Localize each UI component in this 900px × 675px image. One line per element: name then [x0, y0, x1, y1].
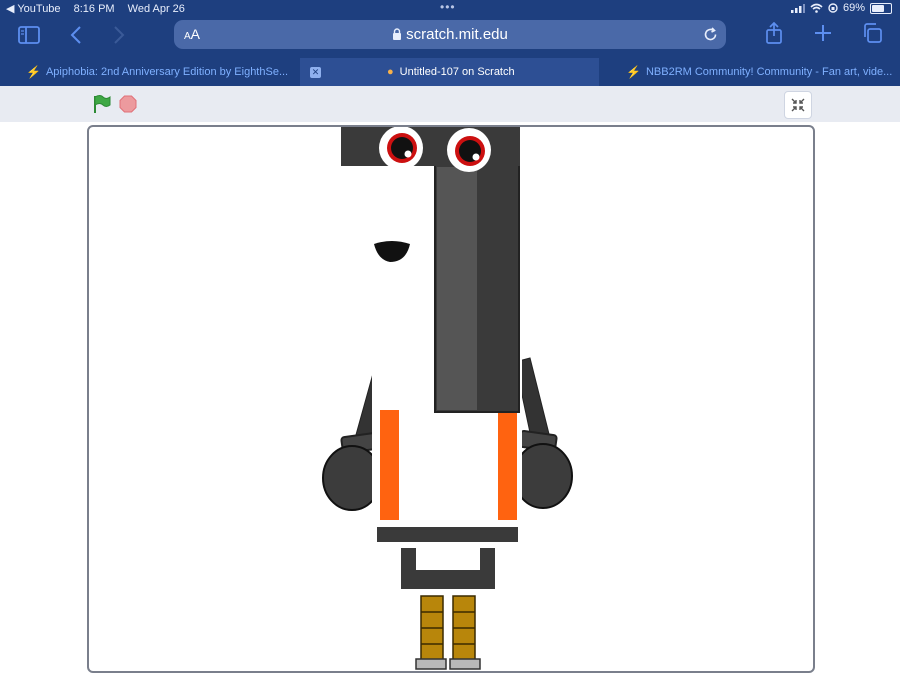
back-to-app-link[interactable]: ◀ YouTube [6, 3, 61, 15]
orientation-lock-icon [828, 3, 838, 13]
belt [377, 527, 518, 542]
share-icon [766, 22, 782, 44]
lock-icon [393, 28, 402, 40]
tabs-overview-icon [864, 23, 882, 43]
close-tab-icon[interactable]: ✕ [310, 66, 321, 78]
exit-fullscreen-icon [791, 98, 805, 112]
address-bar[interactable]: AA scratch.mit.edu [174, 20, 726, 49]
head-top-bar [341, 127, 520, 166]
forward-button[interactable] [107, 24, 131, 46]
stop-icon[interactable] [119, 95, 137, 113]
shorts [401, 548, 495, 589]
orange-stripe-left [380, 410, 399, 520]
tab-bar: ⚡ Apiphobia: 2nd Anniversary Edition by … [0, 58, 900, 86]
lightning-favicon-icon: ⚡ [626, 65, 641, 79]
left-eye [379, 127, 423, 170]
chevron-left-icon [70, 26, 81, 44]
multitasking-dots-icon[interactable]: ••• [440, 0, 456, 14]
scratch-player-controls [0, 86, 900, 122]
scratch-favicon-icon: ● [387, 66, 394, 78]
character-sprite [322, 127, 573, 670]
tabs-overview-button[interactable] [860, 22, 884, 44]
status-date: Wed Apr 26 [127, 3, 185, 15]
new-tab-button[interactable] [811, 22, 835, 44]
url-text: scratch.mit.edu [406, 26, 508, 43]
scratch-stage[interactable] [87, 125, 815, 673]
wifi-icon [810, 3, 823, 13]
signal-icon [790, 4, 805, 13]
share-button[interactable] [762, 22, 786, 44]
sidebar-icon[interactable] [17, 24, 41, 46]
tab-apiphobia[interactable]: ⚡ Apiphobia: 2nd Anniversary Edition by … [0, 58, 299, 86]
tab-title: Untitled-107 on Scratch [399, 66, 515, 78]
battery-percent: 69% [842, 2, 865, 14]
green-flag-icon[interactable] [92, 94, 112, 114]
reload-icon[interactable] [703, 27, 718, 42]
tab-nbb2rm-community[interactable]: ⚡ NBB2RM Community! Community - Fan art,… [600, 58, 900, 86]
tab-title: Apiphobia: 2nd Anniversary Edition by Ei… [45, 66, 289, 78]
exit-fullscreen-button[interactable] [784, 91, 812, 119]
tab-untitled-107[interactable]: ✕ ● Untitled-107 on Scratch [300, 58, 599, 86]
right-eye [447, 128, 491, 172]
lightning-favicon-icon: ⚡ [26, 65, 41, 79]
status-bar: ◀ YouTube 8:16 PM Wed Apr 26 ••• 69% [0, 0, 900, 16]
tab-title: NBB2RM Community! Community - Fan art, v… [645, 66, 893, 78]
orange-stripe-right [498, 410, 517, 520]
browser-toolbar: ◀ YouTube 8:16 PM Wed Apr 26 ••• 69% AA … [0, 0, 900, 58]
chevron-right-icon [114, 26, 125, 44]
battery-icon [870, 2, 892, 14]
legs [415, 595, 481, 670]
right-arm [513, 357, 573, 509]
status-time: 8:16 PM [73, 3, 115, 15]
back-button[interactable] [64, 24, 88, 46]
plus-icon [815, 25, 831, 41]
